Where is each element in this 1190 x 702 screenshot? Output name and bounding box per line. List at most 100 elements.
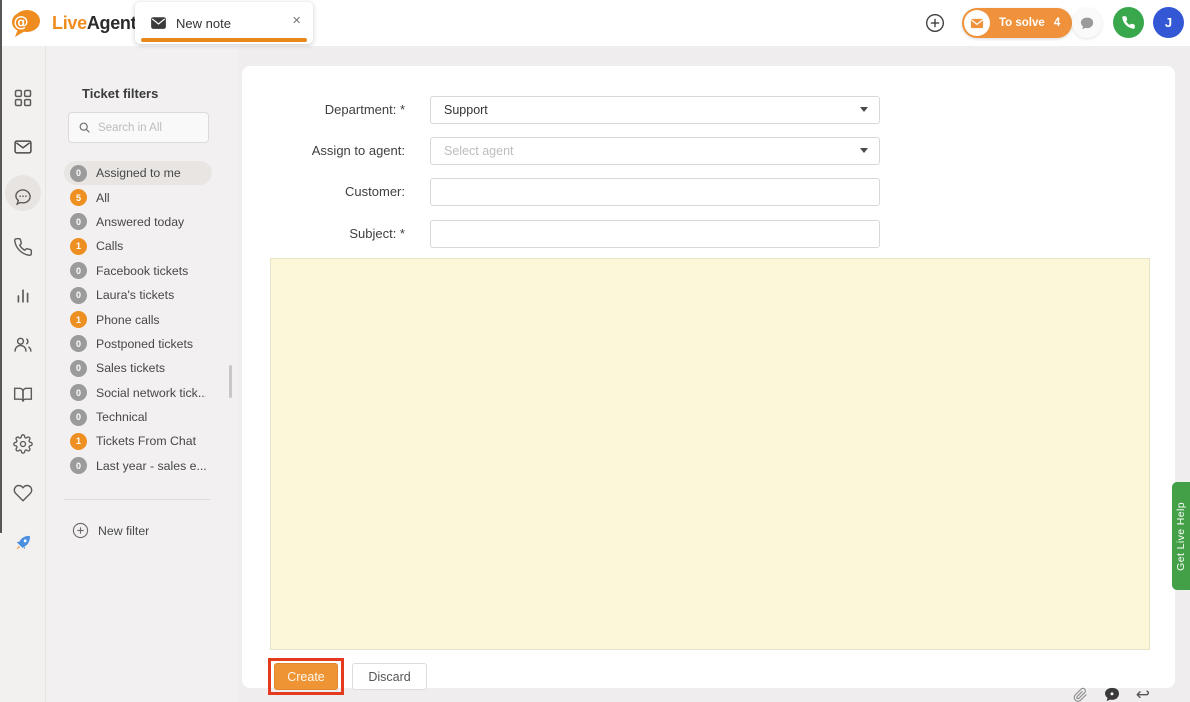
filters-divider xyxy=(64,499,210,500)
filter-item-label: Answered today xyxy=(96,215,184,229)
tab-title: New note xyxy=(176,16,231,31)
department-label: Department: * xyxy=(245,96,405,124)
to-solve-button[interactable]: To solve 4 xyxy=(962,8,1072,38)
filter-list-item[interactable]: 0 Facebook tickets xyxy=(64,259,212,283)
liveagent-logo[interactable]: @ LiveAgent xyxy=(8,5,136,41)
filter-list-item[interactable]: 0 Laura's tickets xyxy=(64,283,212,307)
knowledge-base-book-icon[interactable] xyxy=(13,385,33,405)
svg-text:@: @ xyxy=(14,13,29,31)
chevron-down-icon xyxy=(860,148,868,153)
plus-circle-icon xyxy=(72,522,89,539)
filter-list-item[interactable]: 0 Social network tick... xyxy=(64,381,212,405)
filter-count-badge: 1 xyxy=(70,238,87,255)
filter-item-label: Facebook tickets xyxy=(96,264,188,278)
department-value: Support xyxy=(444,103,488,117)
subject-input[interactable] xyxy=(444,221,866,247)
filter-count-badge: 0 xyxy=(70,335,87,352)
filter-item-label: Sales tickets xyxy=(96,361,165,375)
to-solve-count: 4 xyxy=(1054,17,1060,29)
filter-list-item[interactable]: 0 Technical xyxy=(64,405,212,429)
liveagent-bubble-icon: @ xyxy=(8,5,44,41)
chats-bubble-icon[interactable] xyxy=(13,187,33,207)
filter-list-item[interactable]: 0 Assigned to me xyxy=(64,161,212,185)
avatar-initial: J xyxy=(1165,15,1172,30)
to-solve-envelope-icon xyxy=(964,10,990,36)
filter-list-item[interactable]: 5 All xyxy=(64,185,212,209)
filter-list-item[interactable]: 0 Answered today xyxy=(64,210,212,234)
active-tab-indicator xyxy=(141,38,307,42)
return-arrow-icon[interactable]: ↩ xyxy=(1136,686,1150,702)
chevron-down-icon xyxy=(860,107,868,112)
tab-close-icon[interactable]: × xyxy=(292,12,301,29)
assign-agent-label: Assign to agent: xyxy=(245,137,405,165)
left-navigation-rail xyxy=(0,46,46,702)
panel-scrollbar-thumb[interactable] xyxy=(229,365,232,398)
editor-toolbar: ↩ xyxy=(1073,686,1150,702)
settings-gear-icon[interactable] xyxy=(13,434,33,454)
filter-item-label: Phone calls xyxy=(96,313,160,327)
filter-item-label: Postponed tickets xyxy=(96,337,193,351)
note-envelope-icon xyxy=(151,17,166,29)
create-button[interactable]: Create xyxy=(274,663,338,690)
new-filter-label: New filter xyxy=(98,524,149,538)
filter-count-badge: 1 xyxy=(70,433,87,450)
filters-title: Ticket filters xyxy=(82,86,158,101)
filter-item-label: Last year - sales e... xyxy=(96,459,206,473)
note-body-editor[interactable] xyxy=(270,258,1150,650)
filter-list-item[interactable]: 1 Tickets From Chat xyxy=(64,429,212,453)
filter-count-badge: 1 xyxy=(70,311,87,328)
liveagent-app-window: @ LiveAgent New note × xyxy=(0,0,1190,702)
canned-message-icon[interactable] xyxy=(1104,687,1120,702)
search-icon xyxy=(78,121,91,134)
filter-item-label: Technical xyxy=(96,410,147,424)
quick-chat-button[interactable] xyxy=(1072,8,1102,38)
top-header: @ LiveAgent New note × xyxy=(0,0,1190,46)
filter-list-item[interactable]: 0 Last year - sales e... xyxy=(64,454,212,478)
tickets-envelope-icon[interactable] xyxy=(13,137,33,157)
customer-label: Customer: xyxy=(245,178,405,206)
filter-list-item[interactable]: 1 Calls xyxy=(64,234,212,258)
get-live-help-label: Get Live Help xyxy=(1175,502,1187,571)
filter-count-badge: 0 xyxy=(70,409,87,426)
assign-agent-placeholder: Select agent xyxy=(444,144,514,158)
customer-input[interactable] xyxy=(444,179,866,205)
filter-list-item[interactable]: 0 Sales tickets xyxy=(64,356,212,380)
filter-item-label: Laura's tickets xyxy=(96,288,174,302)
filter-list-item[interactable]: 0 Postponed tickets xyxy=(64,332,212,356)
dashboard-grid-icon[interactable] xyxy=(13,88,33,108)
get-live-help-tab[interactable]: Get Live Help xyxy=(1172,482,1190,590)
assign-agent-select[interactable]: Select agent xyxy=(430,137,880,165)
calls-phone-icon[interactable] xyxy=(13,237,33,257)
attach-file-icon[interactable] xyxy=(1073,687,1088,702)
customer-field[interactable] xyxy=(430,178,880,206)
window-edge-line xyxy=(0,0,2,533)
filter-count-badge: 0 xyxy=(70,287,87,304)
user-avatar[interactable]: J xyxy=(1153,7,1184,38)
filter-item-label: Calls xyxy=(96,239,123,253)
subject-label: Subject: * xyxy=(245,220,405,248)
favorites-heart-icon[interactable] xyxy=(13,483,33,503)
tab-new-note[interactable]: New note × xyxy=(135,2,313,44)
customers-people-icon[interactable] xyxy=(13,335,33,355)
filters-search[interactable] xyxy=(68,112,209,143)
filter-item-label: Social network tick... xyxy=(96,386,206,400)
filter-item-label: Assigned to me xyxy=(96,166,181,180)
ticket-filters-panel: Ticket filters 0 Assigned to me 5 All 0 xyxy=(46,46,238,702)
filter-item-label: All xyxy=(96,191,110,205)
filter-count-badge: 0 xyxy=(70,165,87,182)
getting-started-rocket-icon[interactable] xyxy=(13,533,33,553)
filter-count-badge: 0 xyxy=(70,262,87,279)
filter-count-badge: 0 xyxy=(70,213,87,230)
filter-list-item[interactable]: 1 Phone calls xyxy=(64,307,212,331)
reports-bar-chart-icon[interactable] xyxy=(13,286,33,306)
filter-item-label: Tickets From Chat xyxy=(96,434,196,448)
call-status-button[interactable] xyxy=(1113,7,1144,38)
new-filter-button[interactable]: New filter xyxy=(72,522,149,539)
department-select[interactable]: Support xyxy=(430,96,880,124)
subject-field[interactable] xyxy=(430,220,880,248)
add-new-button[interactable] xyxy=(925,13,945,33)
search-input[interactable] xyxy=(98,122,198,134)
filter-count-badge: 5 xyxy=(70,189,87,206)
logo-wordmark: LiveAgent xyxy=(52,13,136,34)
discard-button[interactable]: Discard xyxy=(352,663,427,690)
